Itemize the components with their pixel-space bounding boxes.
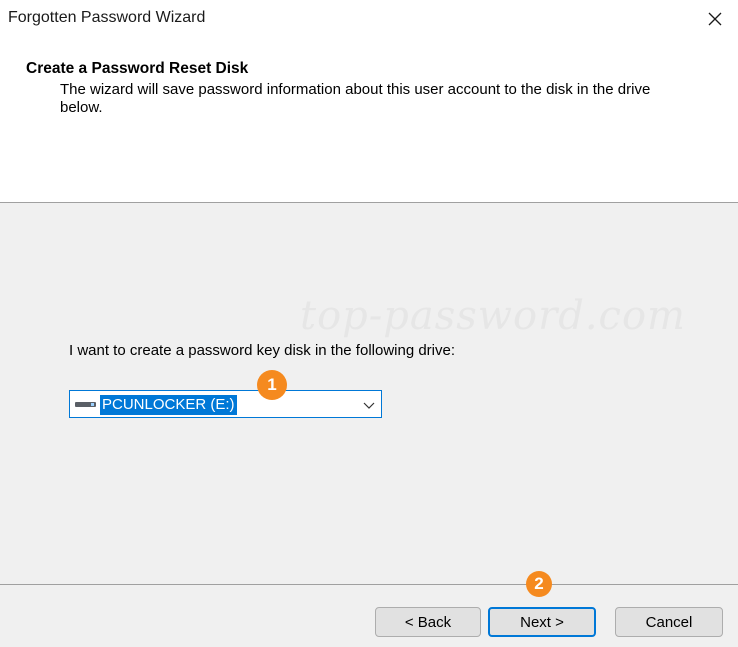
title-bar: Forgotten Password Wizard (0, 0, 738, 44)
drive-icon (75, 402, 96, 407)
drive-selected-value: PCUNLOCKER (E:) (100, 395, 237, 415)
drive-prompt-label: I want to create a password key disk in … (69, 342, 456, 359)
close-button[interactable] (692, 0, 738, 38)
footer-divider (0, 584, 738, 585)
cancel-button[interactable]: Cancel (615, 607, 723, 637)
page-description: The wizard will save password informatio… (60, 81, 651, 116)
drive-select[interactable]: PCUNLOCKER (E:) (69, 390, 382, 418)
back-button[interactable]: < Back (375, 607, 481, 637)
step-badge-1: 1 (257, 370, 287, 400)
close-icon (708, 12, 722, 26)
chevron-down-icon[interactable] (363, 399, 375, 411)
watermark: top-password.com (300, 293, 686, 339)
step-badge-2: 2 (526, 571, 552, 597)
next-button[interactable]: Next > (488, 607, 596, 637)
page-title: Create a Password Reset Disk (26, 60, 249, 77)
wizard-header: Create a Password Reset Disk The wizard … (0, 44, 738, 202)
window-title: Forgotten Password Wizard (8, 9, 206, 26)
